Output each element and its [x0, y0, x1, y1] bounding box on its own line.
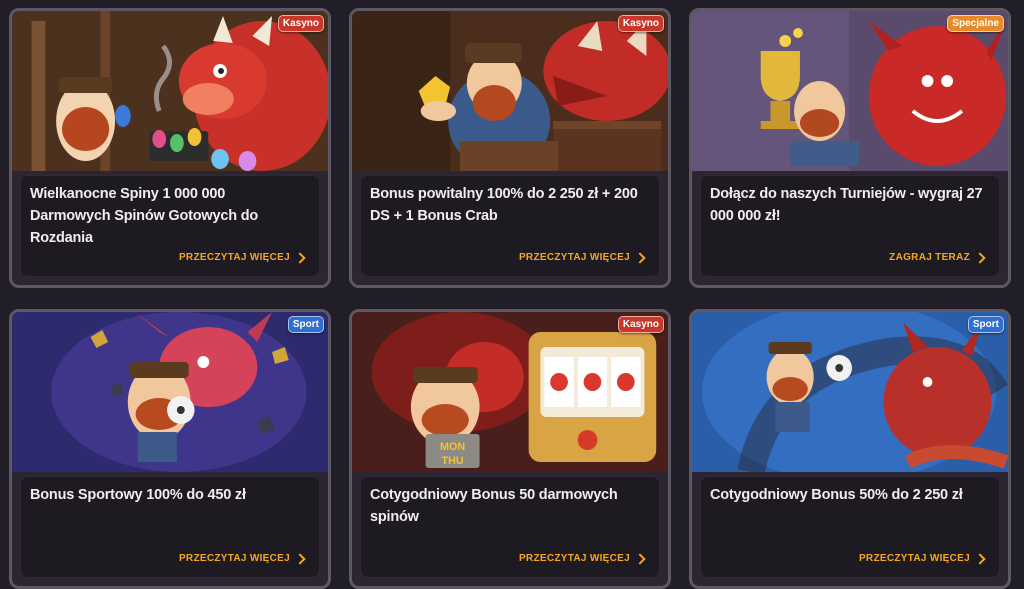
promo-body: Bonus Sportowy 100% do 450 zł PRZECZYTAJ… [20, 476, 320, 578]
promo-image[interactable]: Sport [12, 312, 328, 472]
promo-title: Bonus Sportowy 100% do 450 zł [30, 487, 246, 503]
read-more-link[interactable]: PRZECZYTAJ WIĘCEJ [518, 252, 646, 264]
sport-cave-scene-illustration [12, 312, 328, 472]
promo-card-sport-bonus[interactable]: Sport Bonus Sportowy 100% do 450 zł PRZE… [9, 309, 331, 589]
promo-card-weekly-spins[interactable]: MON THU Kasyno Cotygodniowy Bonus 50 dar… [349, 309, 671, 589]
category-badge: Sport [967, 316, 1004, 333]
promotions-grid: Kasyno Wielkanocne Spiny 1 000 000 Darmo… [0, 0, 1024, 589]
promo-card-easter-spins[interactable]: Kasyno Wielkanocne Spiny 1 000 000 Darmo… [9, 8, 331, 288]
read-more-link[interactable]: PRZECZYTAJ WIĘCEJ [178, 553, 306, 565]
promo-image[interactable]: Sport [692, 312, 1008, 472]
promo-title: Dołącz do naszych Turniejów - wygraj 27 … [710, 186, 983, 224]
read-more-label: PRZECZYTAJ WIĘCEJ [858, 553, 970, 564]
category-badge: Specjalne [947, 15, 1004, 32]
play-now-link[interactable]: ZAGRAJ TERAZ [889, 252, 986, 264]
promo-title: Wielkanocne Spiny 1 000 000 Darmowych Sp… [30, 186, 259, 246]
chevron-right-icon [974, 252, 986, 264]
category-badge: Kasyno [617, 316, 664, 333]
promo-body: Wielkanocne Spiny 1 000 000 Darmowych Sp… [20, 175, 320, 277]
promo-image[interactable]: Kasyno [352, 11, 668, 171]
promo-image[interactable]: MON THU Kasyno [352, 312, 668, 472]
read-more-label: PRZECZYTAJ WIĘCEJ [518, 252, 630, 263]
promo-body: Cotygodniowy Bonus 50 darmowych spinów P… [360, 476, 660, 578]
promo-body: Dołącz do naszych Turniejów - wygraj 27 … [700, 175, 1000, 277]
promo-title: Cotygodniowy Bonus 50% do 2 250 zł [710, 487, 963, 503]
category-badge: Kasyno [617, 15, 664, 32]
gold-nugget-scene-illustration [352, 11, 668, 171]
slot-machine-scene-illustration: MON THU [352, 312, 668, 472]
chevron-right-icon [974, 553, 986, 565]
promo-card-welcome-bonus[interactable]: Kasyno Bonus powitalny 100% do 2 250 zł … [349, 8, 671, 288]
promo-image[interactable]: Specjalne [692, 11, 1008, 171]
trophy-scene-illustration [692, 11, 1008, 171]
slot-sign-line1: MON [440, 441, 465, 453]
read-more-label: PRZECZYTAJ WIĘCEJ [178, 252, 290, 263]
read-more-link[interactable]: PRZECZYTAJ WIĘCEJ [178, 252, 306, 264]
promo-card-tournaments[interactable]: Specjalne Dołącz do naszych Turniejów - … [689, 8, 1011, 288]
easter-scene-illustration [12, 11, 328, 171]
read-more-link[interactable]: PRZECZYTAJ WIĘCEJ [518, 553, 646, 565]
category-badge: Sport [287, 316, 324, 333]
chevron-right-icon [634, 553, 646, 565]
slot-sign-line2: THU [442, 455, 464, 467]
chevron-right-icon [294, 553, 306, 565]
read-more-link[interactable]: PRZECZYTAJ WIĘCEJ [858, 553, 986, 565]
promo-image[interactable]: Kasyno [12, 11, 328, 171]
read-more-label: PRZECZYTAJ WIĘCEJ [178, 553, 290, 564]
play-now-label: ZAGRAJ TERAZ [889, 252, 970, 263]
category-badge: Kasyno [277, 15, 324, 32]
chevron-right-icon [294, 252, 306, 264]
chevron-right-icon [634, 252, 646, 264]
dragon-football-scene-illustration [692, 312, 1008, 472]
promo-body: Bonus powitalny 100% do 2 250 zł + 200 D… [360, 175, 660, 277]
promo-card-weekly-sport-bonus[interactable]: Sport Cotygodniowy Bonus 50% do 2 250 zł… [689, 309, 1011, 589]
read-more-label: PRZECZYTAJ WIĘCEJ [518, 553, 630, 564]
promo-title: Bonus powitalny 100% do 2 250 zł + 200 D… [370, 186, 638, 224]
promo-title: Cotygodniowy Bonus 50 darmowych spinów [370, 487, 618, 525]
promo-body: Cotygodniowy Bonus 50% do 2 250 zł PRZEC… [700, 476, 1000, 578]
